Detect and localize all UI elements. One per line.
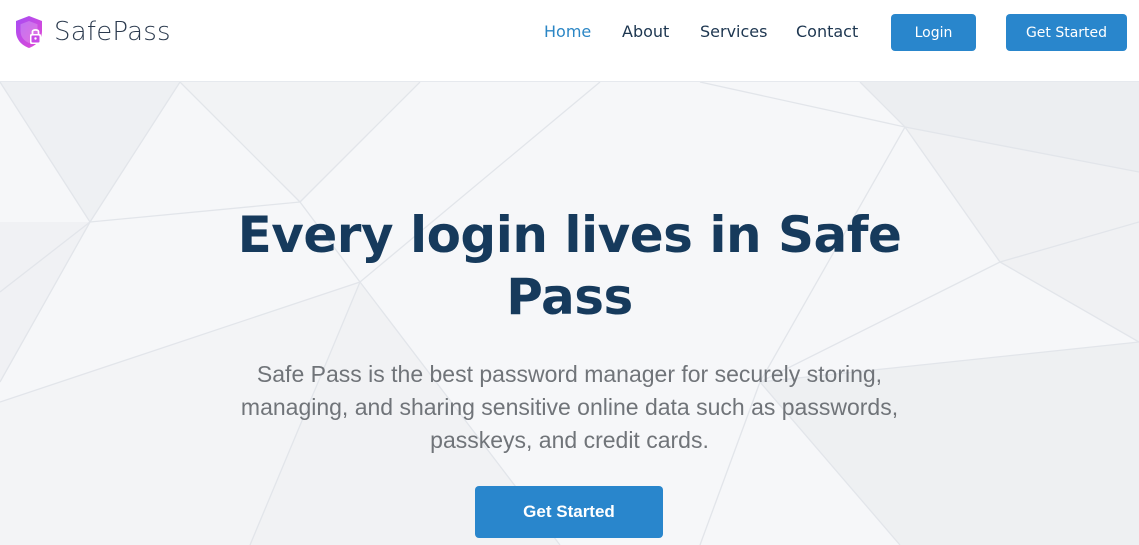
login-button[interactable]: Login xyxy=(891,14,976,51)
hero-get-started-button[interactable]: Get Started xyxy=(475,486,663,538)
nav-get-started-button[interactable]: Get Started xyxy=(1006,14,1127,51)
shield-lock-icon xyxy=(16,16,42,48)
nav-link-contact[interactable]: Contact xyxy=(796,22,858,41)
hero-section: Every login lives in Safe Pass Safe Pass… xyxy=(0,82,1139,545)
top-navbar: SafePass Home About Services Contact Log… xyxy=(0,0,1139,82)
brand-logo-link[interactable]: SafePass xyxy=(12,14,171,50)
hero-description: Safe Pass is the best password manager f… xyxy=(240,361,899,453)
nav-link-services[interactable]: Services xyxy=(700,22,767,41)
nav-link-home[interactable]: Home xyxy=(544,22,591,41)
brand-name: SafePass xyxy=(54,17,171,47)
nav-link-about[interactable]: About xyxy=(622,22,669,41)
hero-title: Every login lives in Safe Pass xyxy=(237,206,902,326)
